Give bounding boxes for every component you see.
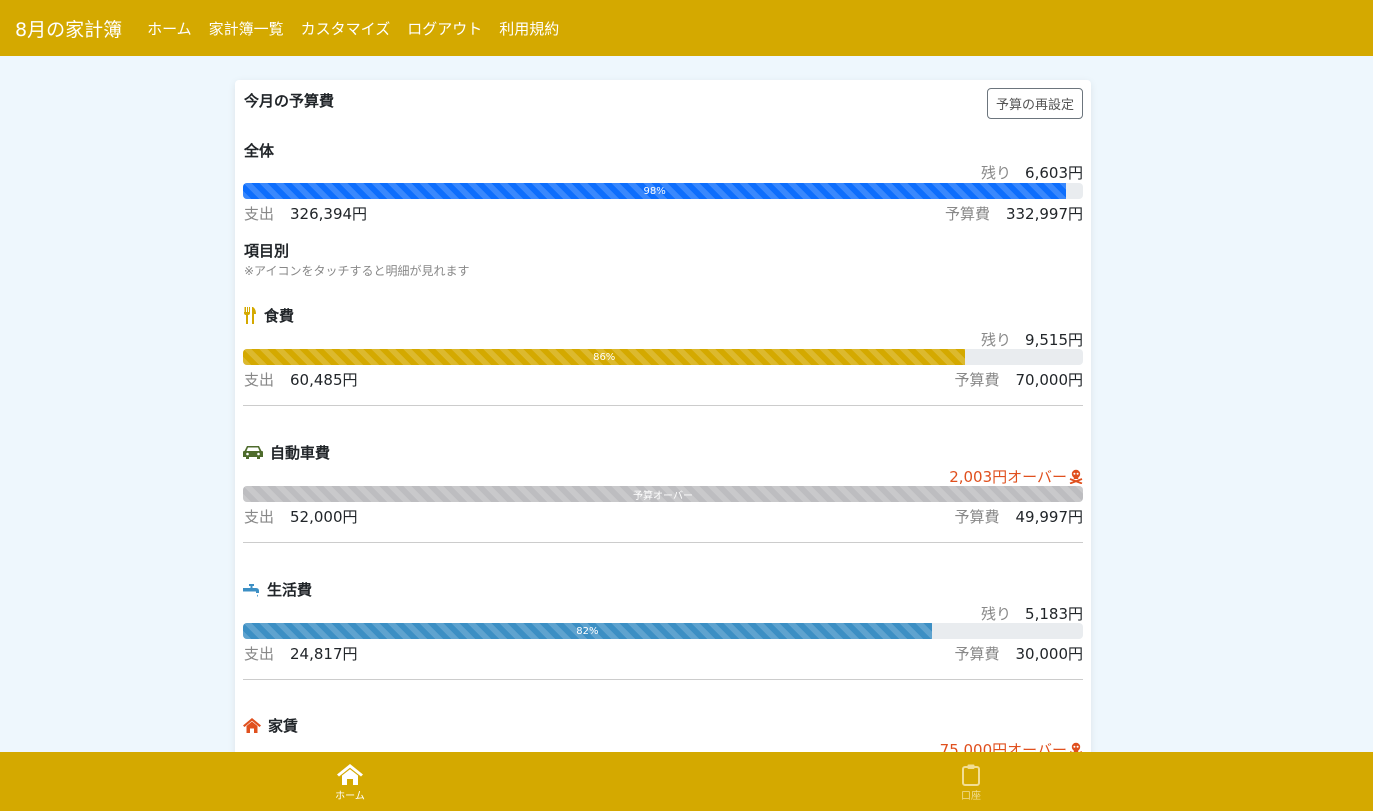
nav-link-logout[interactable]: ログアウト	[407, 18, 482, 39]
progress-fill: 98%	[243, 183, 1067, 199]
spent-amount: 60,485円	[290, 371, 358, 389]
over-budget-text: 2,003円オーバー	[949, 468, 1067, 486]
overall-remaining: 残り 6,603円	[981, 162, 1083, 183]
divider	[243, 679, 1083, 680]
category-food: 食費 残り 9,515円 86% 支出 60,485円 予算費 70,000円	[243, 305, 1083, 405]
house-icon[interactable]	[243, 718, 261, 733]
divider	[243, 405, 1083, 406]
remaining-amount: 9,515円	[1025, 331, 1083, 349]
nav-link-customize[interactable]: カスタマイズ	[301, 18, 391, 39]
by-item-heading: 項目別	[244, 242, 290, 260]
category-name: 生活費	[267, 581, 313, 599]
overall-progress-bar: 98%	[243, 183, 1083, 199]
progress-fill: 86%	[243, 349, 966, 365]
progress-percent: 98%	[643, 185, 666, 197]
overall-heading: 全体	[244, 142, 275, 160]
spent-label: 支出	[244, 645, 275, 663]
remaining-label: 残り	[981, 164, 1012, 182]
category-progress-bar: 82%	[243, 623, 1083, 639]
category-name: 自動車費	[270, 444, 331, 462]
reset-budget-button[interactable]: 予算の再設定	[986, 88, 1083, 119]
category-remaining: 残り 9,515円	[981, 329, 1083, 350]
nav-link-ledger-list[interactable]: 家計簿一覧	[209, 18, 284, 39]
remaining-amount: 5,183円	[1025, 605, 1083, 623]
category-over-budget: 2,003円オーバー	[949, 466, 1083, 487]
budget-amount: 332,997円	[1005, 205, 1083, 223]
bottom-navbar: ホーム 口座	[0, 752, 1373, 811]
home-icon	[337, 764, 363, 785]
spent-amount: 52,000円	[290, 508, 358, 526]
budget-label: 予算費	[944, 205, 990, 223]
budget-label: 予算費	[954, 371, 1000, 389]
category-progress-bar: 86%	[243, 349, 1083, 365]
progress-fill: 予算オーバー	[243, 486, 1083, 502]
progress-percent: 82%	[576, 625, 599, 637]
budget-amount: 30,000円	[1015, 645, 1084, 663]
utensils-icon[interactable]	[243, 307, 257, 324]
budget-card: 今月の予算費 予算の再設定 全体 残り 6,603円 98% 支出 326,394円…	[235, 80, 1091, 780]
remaining-amount: 6,603円	[1025, 164, 1083, 182]
divider	[243, 542, 1083, 543]
progress-fill: 82%	[243, 623, 932, 639]
nav-link-terms[interactable]: 利用規約	[499, 18, 559, 39]
bottom-nav-account[interactable]: 口座	[941, 764, 1001, 802]
spent-amount: 24,817円	[290, 645, 358, 663]
category-progress-bar: 予算オーバー	[243, 486, 1083, 502]
category-remaining: 残り 5,183円	[981, 603, 1083, 624]
category-name: 家賃	[268, 717, 299, 735]
category-car: 自動車費 2,003円オーバー 予算オーバー 支出 52,000円 予算費 49,9…	[243, 442, 1083, 542]
remaining-label: 残り	[981, 605, 1012, 623]
category-header: 生活費	[243, 579, 312, 600]
bottom-nav-account-label: 口座	[961, 791, 981, 802]
budget-label: 予算費	[954, 645, 1000, 663]
by-item-note: ※アイコンをタッチすると明細が見れます	[244, 264, 470, 278]
spent-label: 支出	[244, 508, 275, 526]
app-brand[interactable]: 8月の家計簿	[15, 15, 122, 42]
spent-label: 支出	[244, 205, 275, 223]
progress-percent: 予算オーバー	[633, 490, 693, 502]
progress-percent: 86%	[593, 351, 616, 363]
card-title: 今月の予算費	[244, 92, 335, 110]
remaining-label: 残り	[981, 331, 1012, 349]
spent-amount: 326,394円	[290, 205, 368, 223]
skull-crossbones-icon	[1069, 469, 1083, 484]
category-living: 生活費 残り 5,183円 82% 支出 24,817円 予算費 30,000円	[243, 579, 1083, 679]
clipboard-icon	[962, 764, 980, 786]
bottom-nav-home-label: ホーム	[335, 791, 365, 802]
car-icon[interactable]	[243, 445, 263, 460]
budget-amount: 49,997円	[1015, 508, 1084, 526]
top-navbar: 8月の家計簿 ホーム 家計簿一覧 カスタマイズ ログアウト 利用規約	[0, 0, 1373, 56]
overall-budget: 残り 6,603円 98% 支出 326,394円 予算費 332,997円	[243, 162, 1083, 224]
bottom-nav-home[interactable]: ホーム	[320, 764, 380, 802]
category-name: 食費	[264, 307, 295, 325]
category-header: 食費	[243, 305, 294, 326]
category-header: 家賃	[243, 715, 298, 736]
spent-label: 支出	[244, 371, 275, 389]
budget-label: 予算費	[954, 508, 1000, 526]
faucet-icon[interactable]	[243, 583, 260, 597]
budget-amount: 70,000円	[1015, 371, 1084, 389]
nav-link-home[interactable]: ホーム	[147, 18, 192, 39]
category-header: 自動車費	[243, 442, 330, 463]
